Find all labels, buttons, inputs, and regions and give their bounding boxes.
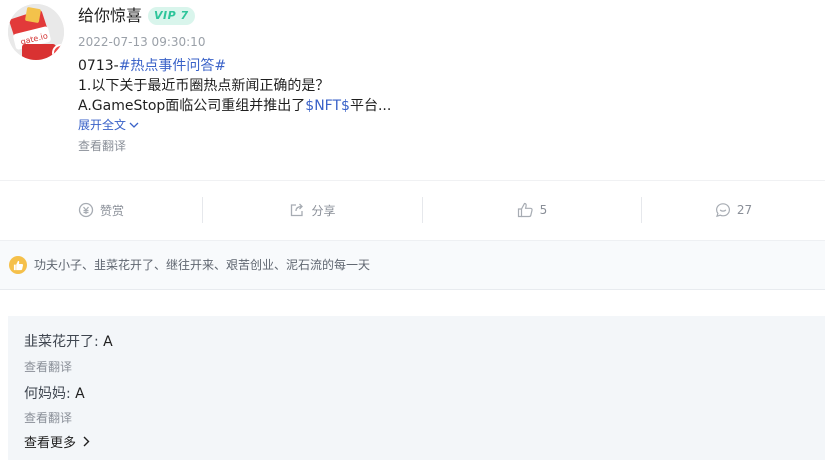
expand-label: 展开全文 — [78, 118, 127, 132]
comment-item: 韭菜花开了: A — [24, 333, 113, 351]
comment-text: A — [75, 386, 85, 402]
badge-icon — [52, 44, 64, 60]
post-line-3: A.GameStop面临公司重组并推出了$NFT$平台... — [78, 96, 798, 116]
vip-badge: VIP 7 — [148, 7, 195, 25]
reward-button[interactable]: 赞赏 — [0, 181, 202, 239]
view-more-comments-link[interactable]: 查看更多 — [24, 435, 90, 453]
coin-icon — [78, 202, 94, 218]
share-button[interactable]: 分享 — [203, 181, 422, 239]
comment-text: A — [103, 334, 113, 350]
likes-bar: 功夫小子、韭菜花开了、继往开来、艰苦创业、泥石流的每一天 — [0, 240, 825, 290]
comment-translate-link[interactable]: 查看翻译 — [24, 410, 72, 426]
coin-tag-link[interactable]: $NFT$ — [305, 98, 350, 114]
expand-full-text-link[interactable]: 展开全文 — [78, 117, 139, 134]
topic-tag-link[interactable]: #热点事件问答# — [119, 58, 226, 74]
comment-author[interactable]: 韭菜花开了: — [24, 334, 99, 350]
thumbs-up-icon — [517, 202, 533, 218]
comments-section: 韭菜花开了: A 查看翻译 何妈妈: A 查看翻译 查看更多 — [8, 316, 825, 460]
avatar[interactable]: gate.io — [8, 4, 64, 60]
liker-names[interactable]: 功夫小子、韭菜花开了、继往开来、艰苦创业、泥石流的每一天 — [34, 257, 370, 273]
share-label: 分享 — [311, 203, 336, 218]
like-count: 5 — [539, 203, 548, 217]
comment-item: 何妈妈: A — [24, 385, 85, 403]
comment-translate-link[interactable]: 查看翻译 — [24, 359, 72, 375]
post-line-1: 0713-#热点事件问答# — [78, 56, 798, 76]
author-name[interactable]: 给你惊喜 — [78, 6, 142, 26]
post-timestamp: 2022-07-13 09:30:10 — [78, 35, 206, 49]
post-line-3-suffix: 平台... — [349, 98, 392, 114]
chevron-right-icon — [82, 435, 90, 453]
comment-count: 27 — [736, 203, 753, 217]
post-line-2: 1.以下关于最近币圈热点新闻正确的是？ — [78, 78, 330, 94]
action-bar: 赞赏 分享 5 27 — [0, 180, 825, 240]
chevron-down-icon — [129, 118, 139, 134]
post-date-prefix: 0713- — [78, 58, 119, 74]
like-button[interactable]: 5 — [423, 181, 641, 239]
share-icon — [291, 203, 304, 217]
post-card: gate.io 给你惊喜 VIP 7 2022-07-13 09:30:10 0… — [0, 0, 825, 180]
view-translation-link[interactable]: 查看翻译 — [78, 138, 126, 154]
thumbs-up-icon — [9, 256, 27, 274]
post-content: 0713-#热点事件问答# 1.以下关于最近币圈热点新闻正确的是？ A.Game… — [78, 56, 798, 116]
comment-icon — [715, 203, 730, 218]
comment-button[interactable]: 27 — [642, 181, 825, 239]
reward-label: 赞赏 — [99, 203, 124, 218]
view-more-label: 查看更多 — [24, 436, 77, 451]
post-line-3-text: A.GameStop面临公司重组并推出了 — [78, 98, 306, 114]
comment-author[interactable]: 何妈妈: — [24, 386, 71, 402]
